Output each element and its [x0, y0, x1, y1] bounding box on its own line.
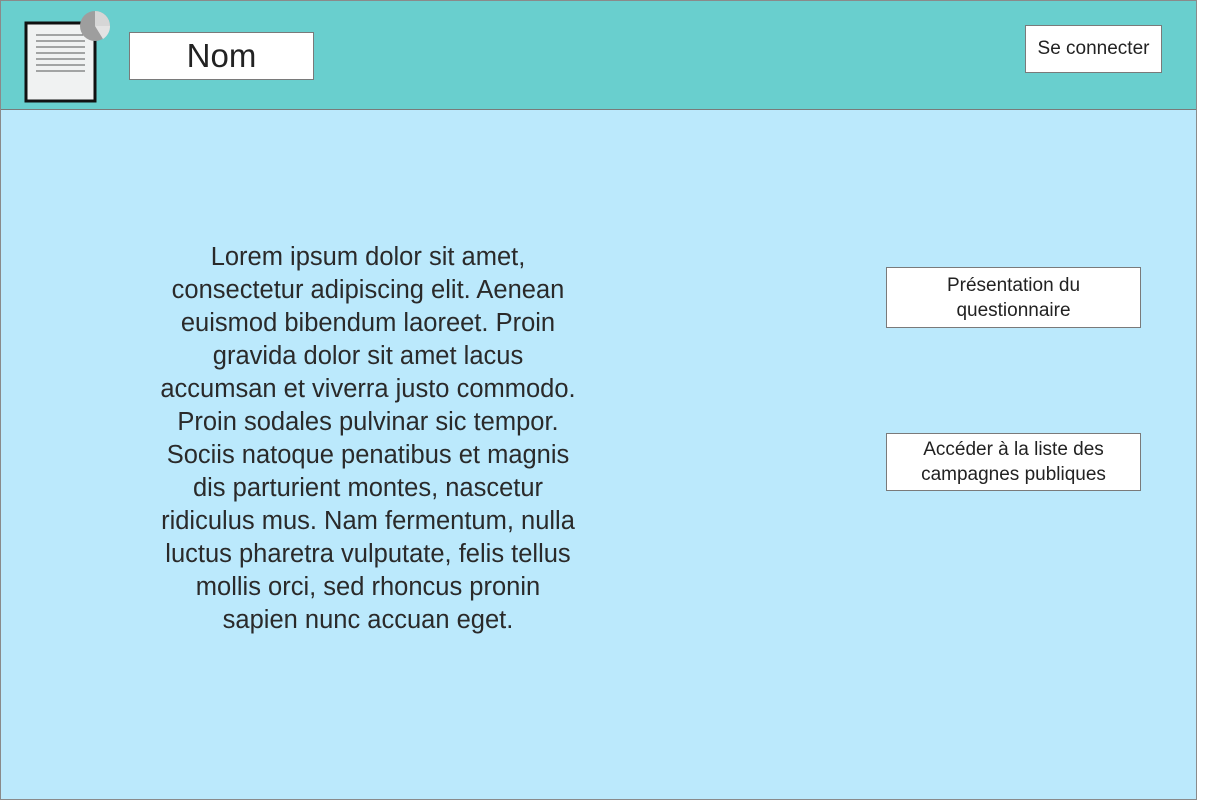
public-campaigns-label: Accéder à la liste des campagnes publiqu…	[921, 439, 1106, 485]
login-button[interactable]: Se connecter	[1025, 25, 1162, 73]
public-campaigns-button[interactable]: Accéder à la liste des campagnes publiqu…	[886, 433, 1141, 491]
header-bar: Nom Se connecter	[1, 1, 1196, 110]
document-with-pie-chart-icon	[23, 11, 117, 105]
app-name-label: Nom	[129, 32, 314, 80]
description-text: Lorem ipsum dolor sit amet, consectetur …	[160, 243, 576, 634]
questionnaire-presentation-label: Présentation du questionnaire	[946, 274, 1081, 321]
app-frame: Nom Se connecter Lorem ipsum dolor sit a…	[0, 0, 1197, 800]
questionnaire-presentation-button[interactable]: Présentation du questionnaire	[886, 267, 1141, 328]
